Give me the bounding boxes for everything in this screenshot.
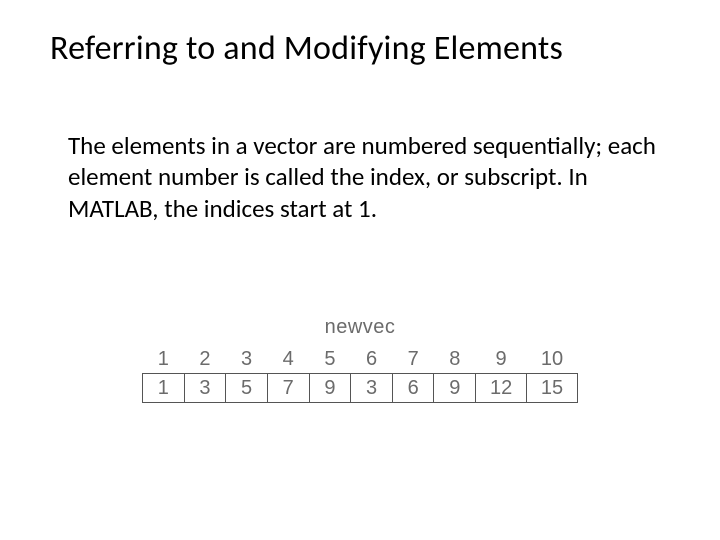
value-cell: 6 xyxy=(392,374,434,403)
index-cell: 10 xyxy=(527,345,578,374)
value-cell: 9 xyxy=(434,374,476,403)
value-cell: 15 xyxy=(527,374,578,403)
index-row: 1 2 3 4 5 6 7 8 9 10 xyxy=(143,345,578,374)
slide: Referring to and Modifying Elements The … xyxy=(0,0,720,540)
page-title: Referring to and Modifying Elements xyxy=(50,28,680,69)
body-paragraph: The elements in a vector are numbered se… xyxy=(68,130,660,224)
index-cell: 2 xyxy=(184,345,226,374)
index-cell: 8 xyxy=(434,345,476,374)
value-cell: 7 xyxy=(267,374,309,403)
value-cell: 3 xyxy=(351,374,393,403)
index-cell: 5 xyxy=(309,345,351,374)
index-cell: 4 xyxy=(267,345,309,374)
value-cell: 1 xyxy=(143,374,185,403)
index-cell: 1 xyxy=(143,345,185,374)
value-cell: 9 xyxy=(309,374,351,403)
value-row: 1 3 5 7 9 3 6 9 12 15 xyxy=(143,374,578,403)
index-cell: 9 xyxy=(476,345,527,374)
vector-table: 1 2 3 4 5 6 7 8 9 10 1 3 5 7 9 3 6 9 12 xyxy=(142,345,578,403)
index-cell: 6 xyxy=(351,345,393,374)
value-cell: 3 xyxy=(184,374,226,403)
vector-figure: newvec 1 2 3 4 5 6 7 8 9 10 1 3 5 xyxy=(142,316,578,403)
figure-label: newvec xyxy=(142,316,578,339)
value-cell: 12 xyxy=(476,374,527,403)
index-cell: 7 xyxy=(392,345,434,374)
index-cell: 3 xyxy=(226,345,268,374)
value-cell: 5 xyxy=(226,374,268,403)
